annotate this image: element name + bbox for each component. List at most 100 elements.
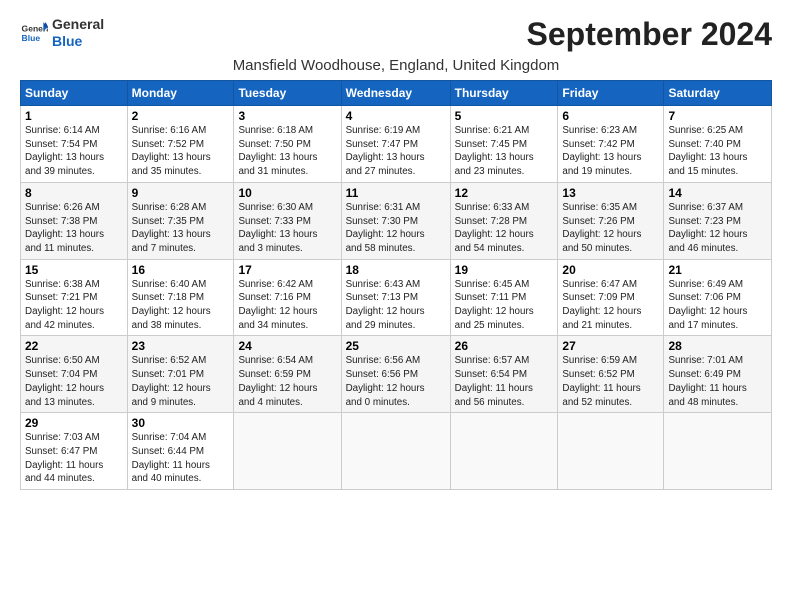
calendar-cell: 5Sunrise: 6:21 AM Sunset: 7:45 PM Daylig… [450,106,558,183]
subtitle: Mansfield Woodhouse, England, United Kin… [20,57,772,74]
calendar-cell: 26Sunrise: 6:57 AM Sunset: 6:54 PM Dayli… [450,336,558,413]
calendar-cell: 22Sunrise: 6:50 AM Sunset: 7:04 PM Dayli… [21,336,128,413]
calendar-cell: 27Sunrise: 6:59 AM Sunset: 6:52 PM Dayli… [558,336,664,413]
calendar-cell: 8Sunrise: 6:26 AM Sunset: 7:38 PM Daylig… [21,182,128,259]
calendar-cell: 24Sunrise: 6:54 AM Sunset: 6:59 PM Dayli… [234,336,341,413]
calendar-cell: 4Sunrise: 6:19 AM Sunset: 7:47 PM Daylig… [341,106,450,183]
day-info: Sunrise: 7:03 AM Sunset: 6:47 PM Dayligh… [25,431,123,486]
calendar-cell: 15Sunrise: 6:38 AM Sunset: 7:21 PM Dayli… [21,259,128,336]
day-number: 14 [668,186,767,200]
day-number: 30 [132,416,230,430]
day-info: Sunrise: 6:19 AM Sunset: 7:47 PM Dayligh… [346,124,446,179]
day-info: Sunrise: 6:45 AM Sunset: 7:11 PM Dayligh… [455,278,554,333]
logo-icon: General Blue [20,19,48,47]
calendar-cell: 6Sunrise: 6:23 AM Sunset: 7:42 PM Daylig… [558,106,664,183]
day-info: Sunrise: 6:40 AM Sunset: 7:18 PM Dayligh… [132,278,230,333]
header-day-wednesday: Wednesday [341,81,450,106]
day-number: 5 [455,109,554,123]
header-day-friday: Friday [558,81,664,106]
day-info: Sunrise: 6:25 AM Sunset: 7:40 PM Dayligh… [668,124,767,179]
calendar-cell: 18Sunrise: 6:43 AM Sunset: 7:13 PM Dayli… [341,259,450,336]
calendar-table: SundayMondayTuesdayWednesdayThursdayFrid… [20,80,772,490]
day-number: 11 [346,186,446,200]
day-info: Sunrise: 6:59 AM Sunset: 6:52 PM Dayligh… [562,354,659,409]
calendar-cell [664,413,772,490]
logo-text: General Blue [52,16,104,50]
calendar-cell: 28Sunrise: 7:01 AM Sunset: 6:49 PM Dayli… [664,336,772,413]
day-number: 22 [25,339,123,353]
calendar-cell: 10Sunrise: 6:30 AM Sunset: 7:33 PM Dayli… [234,182,341,259]
day-info: Sunrise: 6:26 AM Sunset: 7:38 PM Dayligh… [25,201,123,256]
day-number: 29 [25,416,123,430]
svg-text:Blue: Blue [22,33,41,43]
day-number: 26 [455,339,554,353]
day-info: Sunrise: 6:57 AM Sunset: 6:54 PM Dayligh… [455,354,554,409]
day-number: 28 [668,339,767,353]
day-info: Sunrise: 6:38 AM Sunset: 7:21 PM Dayligh… [25,278,123,333]
day-number: 25 [346,339,446,353]
calendar-cell: 25Sunrise: 6:56 AM Sunset: 6:56 PM Dayli… [341,336,450,413]
day-info: Sunrise: 6:16 AM Sunset: 7:52 PM Dayligh… [132,124,230,179]
calendar-cell [450,413,558,490]
calendar-cell: 21Sunrise: 6:49 AM Sunset: 7:06 PM Dayli… [664,259,772,336]
calendar-cell [558,413,664,490]
day-number: 7 [668,109,767,123]
calendar-cell: 23Sunrise: 6:52 AM Sunset: 7:01 PM Dayli… [127,336,234,413]
header-day-monday: Monday [127,81,234,106]
calendar-cell: 13Sunrise: 6:35 AM Sunset: 7:26 PM Dayli… [558,182,664,259]
calendar-cell: 11Sunrise: 6:31 AM Sunset: 7:30 PM Dayli… [341,182,450,259]
day-info: Sunrise: 6:49 AM Sunset: 7:06 PM Dayligh… [668,278,767,333]
day-number: 8 [25,186,123,200]
day-number: 13 [562,186,659,200]
day-number: 20 [562,263,659,277]
day-number: 23 [132,339,230,353]
calendar-cell: 19Sunrise: 6:45 AM Sunset: 7:11 PM Dayli… [450,259,558,336]
day-info: Sunrise: 6:50 AM Sunset: 7:04 PM Dayligh… [25,354,123,409]
calendar-cell [341,413,450,490]
day-info: Sunrise: 6:42 AM Sunset: 7:16 PM Dayligh… [238,278,336,333]
day-info: Sunrise: 6:43 AM Sunset: 7:13 PM Dayligh… [346,278,446,333]
day-number: 12 [455,186,554,200]
day-number: 4 [346,109,446,123]
day-info: Sunrise: 6:37 AM Sunset: 7:23 PM Dayligh… [668,201,767,256]
calendar-cell: 12Sunrise: 6:33 AM Sunset: 7:28 PM Dayli… [450,182,558,259]
calendar-cell [234,413,341,490]
day-number: 27 [562,339,659,353]
day-number: 19 [455,263,554,277]
day-number: 2 [132,109,230,123]
calendar-cell: 17Sunrise: 6:42 AM Sunset: 7:16 PM Dayli… [234,259,341,336]
day-number: 1 [25,109,123,123]
day-info: Sunrise: 6:30 AM Sunset: 7:33 PM Dayligh… [238,201,336,256]
day-number: 17 [238,263,336,277]
day-info: Sunrise: 6:56 AM Sunset: 6:56 PM Dayligh… [346,354,446,409]
calendar-cell: 30Sunrise: 7:04 AM Sunset: 6:44 PM Dayli… [127,413,234,490]
calendar-cell: 3Sunrise: 6:18 AM Sunset: 7:50 PM Daylig… [234,106,341,183]
day-number: 15 [25,263,123,277]
day-info: Sunrise: 6:47 AM Sunset: 7:09 PM Dayligh… [562,278,659,333]
day-number: 6 [562,109,659,123]
calendar-cell: 1Sunrise: 6:14 AM Sunset: 7:54 PM Daylig… [21,106,128,183]
calendar-cell: 16Sunrise: 6:40 AM Sunset: 7:18 PM Dayli… [127,259,234,336]
calendar-cell: 29Sunrise: 7:03 AM Sunset: 6:47 PM Dayli… [21,413,128,490]
day-number: 9 [132,186,230,200]
day-info: Sunrise: 7:01 AM Sunset: 6:49 PM Dayligh… [668,354,767,409]
calendar-cell: 14Sunrise: 6:37 AM Sunset: 7:23 PM Dayli… [664,182,772,259]
day-number: 18 [346,263,446,277]
logo: General Blue General Blue [20,16,104,50]
header-day-thursday: Thursday [450,81,558,106]
calendar-cell: 2Sunrise: 6:16 AM Sunset: 7:52 PM Daylig… [127,106,234,183]
header-day-saturday: Saturday [664,81,772,106]
day-info: Sunrise: 6:28 AM Sunset: 7:35 PM Dayligh… [132,201,230,256]
header-day-tuesday: Tuesday [234,81,341,106]
day-info: Sunrise: 6:21 AM Sunset: 7:45 PM Dayligh… [455,124,554,179]
day-info: Sunrise: 6:54 AM Sunset: 6:59 PM Dayligh… [238,354,336,409]
day-number: 3 [238,109,336,123]
day-number: 24 [238,339,336,353]
day-info: Sunrise: 6:14 AM Sunset: 7:54 PM Dayligh… [25,124,123,179]
month-title: September 2024 [527,16,772,53]
day-info: Sunrise: 7:04 AM Sunset: 6:44 PM Dayligh… [132,431,230,486]
day-info: Sunrise: 6:23 AM Sunset: 7:42 PM Dayligh… [562,124,659,179]
calendar-cell: 20Sunrise: 6:47 AM Sunset: 7:09 PM Dayli… [558,259,664,336]
day-info: Sunrise: 6:31 AM Sunset: 7:30 PM Dayligh… [346,201,446,256]
calendar-cell: 9Sunrise: 6:28 AM Sunset: 7:35 PM Daylig… [127,182,234,259]
